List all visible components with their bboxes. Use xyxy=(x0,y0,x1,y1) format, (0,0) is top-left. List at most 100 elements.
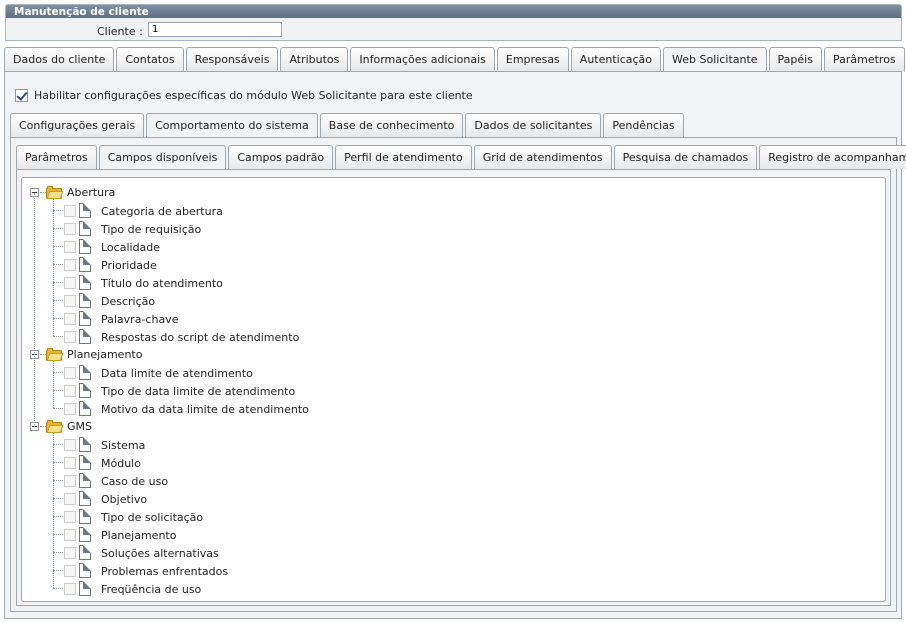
tab-responsaveis[interactable]: Responsáveis xyxy=(185,47,279,71)
fieldstab-parametros[interactable]: Parâmetros xyxy=(16,145,97,169)
enable-web-solicitante-checkbox[interactable] xyxy=(15,89,28,102)
tree-item-tipo-de-data-limite-de-atendimento[interactable]: Tipo de data limite de atendimento xyxy=(101,385,295,398)
tree-item-solucoes-alternativas[interactable]: Soluções alternativas xyxy=(101,547,219,560)
field-checkbox[interactable] xyxy=(64,439,76,451)
field-checkbox[interactable] xyxy=(64,529,76,541)
field-checkbox[interactable] xyxy=(64,547,76,559)
field-checkbox[interactable] xyxy=(64,259,76,271)
field-checkbox[interactable] xyxy=(64,583,76,595)
subtab-dados-de-solicitantes[interactable]: Dados de solicitantes xyxy=(465,113,602,137)
tree-item-palavra-chave[interactable]: Palavra-chave xyxy=(101,313,178,326)
tree-connector xyxy=(53,462,63,463)
document-icon xyxy=(79,311,91,326)
tree-item-localidade[interactable]: Localidade xyxy=(101,241,160,254)
field-checkbox[interactable] xyxy=(64,475,76,487)
field-checkbox[interactable] xyxy=(64,403,76,415)
field-checkbox[interactable] xyxy=(64,367,76,379)
field-checkbox[interactable] xyxy=(64,331,76,343)
tree-connector xyxy=(53,318,63,319)
field-checkbox[interactable] xyxy=(64,511,76,523)
subtab-configuracoes-gerais[interactable]: Configurações gerais xyxy=(10,113,145,137)
tree-item-respostas-do-script-de-atendimento[interactable]: Respostas do script de atendimento xyxy=(101,331,299,344)
tree-item-prioridade[interactable]: Prioridade xyxy=(101,259,157,272)
field-checkbox[interactable] xyxy=(64,223,76,235)
folder-open-icon xyxy=(46,186,64,199)
fieldstab-registro-de-acompanhamentos[interactable]: Registro de acompanhamentos xyxy=(759,145,906,169)
document-icon xyxy=(79,239,91,254)
field-checkbox[interactable] xyxy=(64,313,76,325)
tree-connector xyxy=(53,444,63,445)
tab-autenticacao[interactable]: Autenticação xyxy=(570,47,662,71)
field-checkbox[interactable] xyxy=(64,457,76,469)
tree-item-caso-de-uso[interactable]: Caso de uso xyxy=(101,475,168,488)
subtab-comportamento-do-sistema[interactable]: Comportamento do sistema xyxy=(146,113,318,139)
field-checkbox[interactable] xyxy=(64,565,76,577)
tree-group-abertura[interactable]: Abertura xyxy=(67,186,115,199)
tree-connector xyxy=(53,480,63,481)
fieldstab-grid-de-atendimentos[interactable]: Grid de atendimentos xyxy=(473,145,612,169)
tree-item-planejamento[interactable]: Planejamento xyxy=(101,529,176,542)
tree-group-gms[interactable]: GMS xyxy=(67,420,92,433)
document-icon xyxy=(79,545,91,560)
field-checkbox[interactable] xyxy=(64,295,76,307)
field-checkbox[interactable] xyxy=(64,241,76,253)
document-icon xyxy=(79,437,91,452)
tree-connector xyxy=(53,534,63,535)
tree-connector xyxy=(53,336,63,337)
tree-root-connector xyxy=(34,193,35,427)
tree-item-titulo-do-atendimento[interactable]: Título do atendimento xyxy=(101,277,223,290)
tree-connector xyxy=(53,300,63,301)
tree-connector xyxy=(53,588,63,589)
field-checkbox[interactable] xyxy=(64,493,76,505)
field-checkbox[interactable] xyxy=(64,385,76,397)
tree-item-descricao[interactable]: Descrição xyxy=(101,295,155,308)
tree-connector xyxy=(53,432,54,588)
tab-parametros[interactable]: Parâmetros xyxy=(823,47,905,71)
tree-group-planejamento[interactable]: Planejamento xyxy=(67,348,142,361)
tree-item-frequencia-de-uso[interactable]: Freqüência de uso xyxy=(101,583,201,596)
subtab-pendencias[interactable]: Pendências xyxy=(603,113,684,137)
tab-contatos[interactable]: Contatos xyxy=(116,47,184,71)
tree-item-tipo-de-solicitacao[interactable]: Tipo de solicitação xyxy=(101,511,203,524)
enable-web-solicitante-row: Habilitar configurações específicas do m… xyxy=(15,89,473,102)
fields-tab-bar: Parâmetros Campos disponíveis Campos padrã… xyxy=(16,145,906,171)
field-checkbox[interactable] xyxy=(64,277,76,289)
tree-connector xyxy=(53,498,63,499)
window-title: Manutenção de cliente xyxy=(6,5,901,18)
tab-dados-do-cliente[interactable]: Dados do cliente xyxy=(4,47,115,71)
tree-connector xyxy=(53,390,63,391)
client-input[interactable] xyxy=(148,22,282,37)
tree-connector xyxy=(53,408,63,409)
field-checkbox[interactable] xyxy=(64,205,76,217)
folder-open-icon xyxy=(46,420,64,433)
client-panel: Manutenção de cliente Cliente : xyxy=(5,4,902,41)
document-icon xyxy=(79,275,91,290)
fieldstab-pesquisa-de-chamados[interactable]: Pesquisa de chamados xyxy=(613,145,758,169)
tree-item-tipo-de-requisicao[interactable]: Tipo de requisição xyxy=(101,223,201,236)
tab-atributos[interactable]: Atributos xyxy=(280,47,349,71)
tree-item-modulo[interactable]: Módulo xyxy=(101,457,141,470)
tree-connector xyxy=(53,372,63,373)
tab-informacoes-adicionais[interactable]: Informações adicionais xyxy=(350,47,495,71)
document-icon xyxy=(79,491,91,506)
tree-item-data-limite-de-atendimento[interactable]: Data limite de atendimento xyxy=(101,367,253,380)
tree-item-motivo-da-data-limite-de-atendimento[interactable]: Motivo da data limite de atendimento xyxy=(101,403,309,416)
tab-empresas[interactable]: Empresas xyxy=(496,47,569,71)
tree-item-problemas-enfrentados[interactable]: Problemas enfrentados xyxy=(101,565,228,578)
client-label: Cliente : xyxy=(97,25,143,38)
fieldstab-campos-padrao[interactable]: Campos padrão xyxy=(228,145,334,169)
fieldstab-perfil-de-atendimento[interactable]: Perfil de atendimento xyxy=(335,145,472,169)
main-tab-bar: Dados do cliente Contatos Responsáveis Atri… xyxy=(4,47,906,73)
tab-web-solicitante[interactable]: Web Solicitante xyxy=(663,47,767,73)
document-icon xyxy=(79,455,91,470)
tree-connector xyxy=(53,552,63,553)
tree-item-objetivo[interactable]: Objetivo xyxy=(101,493,147,506)
tree-connector xyxy=(53,282,63,283)
document-icon xyxy=(79,293,91,308)
fieldstab-campos-disponiveis[interactable]: Campos disponíveis xyxy=(98,145,227,171)
tree-item-sistema[interactable]: Sistema xyxy=(101,439,145,452)
tree-item-categoria-de-abertura[interactable]: Categoria de abertura xyxy=(101,205,223,218)
tab-papeis[interactable]: Papéis xyxy=(768,47,822,71)
subtab-base-de-conhecimento[interactable]: Base de conhecimento xyxy=(319,113,464,137)
tree-connector xyxy=(53,210,63,211)
